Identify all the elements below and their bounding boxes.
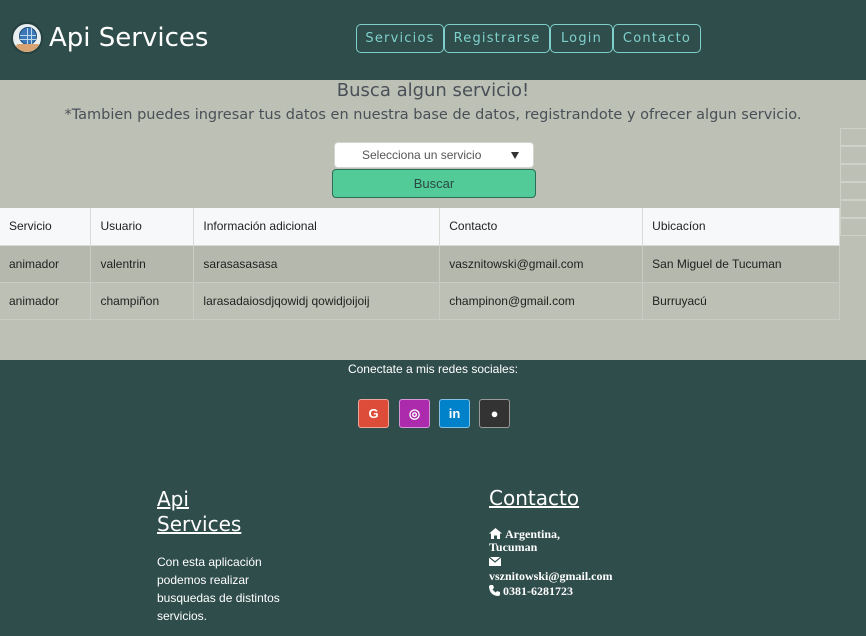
github-icon: ● — [490, 406, 499, 421]
contact-email-text[interactable]: vsznitowski@gmail.com — [489, 569, 613, 583]
nav-menu: Servicios Registrarse Login Contacto — [356, 24, 701, 53]
table-header-row: Servicio Usuario Información adicional C… — [0, 208, 840, 246]
github-button[interactable]: ● — [479, 399, 510, 428]
service-select[interactable]: Selecciona un servicio — [334, 142, 534, 168]
search-title: Busca algun servicio! — [336, 80, 530, 101]
cell-usuario: valentrin — [90, 245, 195, 283]
results-table: Servicio Usuario Información adicional C… — [0, 208, 840, 320]
cell-servicio: animador — [0, 282, 92, 320]
cell-ubicacion: Burruyacú — [642, 282, 840, 320]
nav-registrarse[interactable]: Registrarse — [444, 24, 550, 53]
col-ubicacion: Ubicacíon — [642, 208, 840, 246]
service-select-value: Selecciona un servicio — [362, 148, 482, 162]
search-button[interactable]: Buscar — [332, 169, 536, 198]
cell-servicio: animador — [0, 245, 92, 283]
nav-servicios[interactable]: Servicios — [356, 24, 444, 53]
cell-contacto: champinon@gmail.com — [439, 282, 644, 320]
col-informacion: Información adicional — [193, 208, 441, 246]
contact-phone[interactable]: 0381-6281723 — [489, 585, 573, 598]
table-row: animador champiñon larasadaiosdjqowidj q… — [0, 282, 840, 320]
google-icon: G — [368, 406, 379, 421]
contact-phone-text[interactable]: 0381-6281723 — [503, 584, 573, 598]
cell-informacion: larasadaiosdjqowidj qowidjoijoij — [193, 282, 441, 320]
footer-contact-title[interactable]: Contacto — [489, 486, 579, 510]
brand[interactable]: Api Services — [11, 22, 208, 54]
envelope-icon — [488, 556, 610, 568]
cell-contacto: vasznitowski@gmail.com — [439, 245, 644, 283]
phone-icon — [489, 585, 500, 598]
contact-location: Argentina, Tucuman — [489, 528, 579, 553]
table-row: animador valentrin sarasasasasa vasznito… — [0, 245, 840, 283]
cell-informacion: sarasasasasa — [193, 245, 441, 283]
social-heading: Conectate a mis redes sociales: — [347, 362, 519, 376]
contact-email[interactable]: vsznitowski@gmail.com — [488, 556, 613, 583]
nav-contacto[interactable]: Contacto — [613, 24, 701, 53]
cell-ubicacion: San Miguel de Tucuman — [642, 245, 840, 283]
table-overflow-cells — [840, 128, 866, 236]
footer-brand[interactable]: Api Services — [157, 487, 267, 537]
col-servicio: Servicio — [0, 208, 92, 246]
col-usuario: Usuario — [90, 208, 195, 246]
footer-description: Con esta aplicación podemos realizar bus… — [157, 555, 280, 623]
instagram-button[interactable]: ◎ — [399, 399, 430, 428]
brand-title[interactable]: Api Services — [49, 23, 208, 53]
linkedin-button[interactable]: in — [439, 399, 470, 428]
col-contacto: Contacto — [439, 208, 644, 246]
instagram-icon: ◎ — [408, 405, 421, 421]
cell-usuario: champiñon — [90, 282, 195, 320]
search-subtitle: *Tambien puedes ingresar tus datos en nu… — [64, 107, 802, 123]
linkedin-icon: in — [448, 406, 461, 421]
navbar: Api Services Servicios Registrarse Login… — [0, 0, 866, 80]
chevron-down-icon — [511, 152, 519, 159]
search-section: Busca algun servicio! *Tambien puedes in… — [0, 80, 866, 360]
globe-hand-logo-icon — [11, 22, 43, 54]
nav-login[interactable]: Login — [550, 24, 613, 53]
google-button[interactable]: G — [358, 399, 389, 428]
